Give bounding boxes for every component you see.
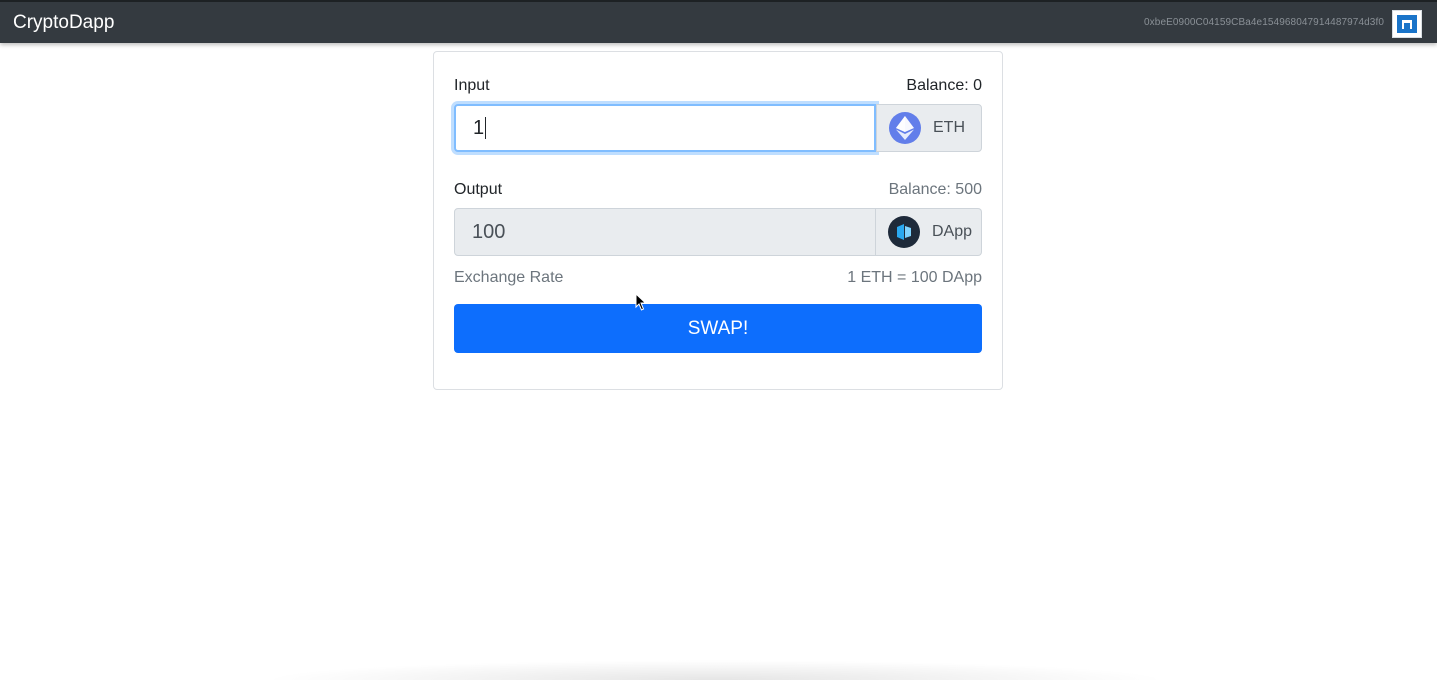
swap-card: Input Balance: 0 1 ETH Output Balance: 5…: [433, 51, 1003, 390]
output-balance: Balance: 500: [888, 181, 982, 198]
output-amount-field[interactable]: 100: [454, 208, 876, 256]
input-group: 1 ETH: [454, 104, 982, 152]
output-label: Output: [454, 181, 503, 198]
input-token-addon: ETH: [876, 104, 982, 152]
bottom-shadow: [260, 660, 1170, 680]
input-balance: Balance: 0: [906, 77, 982, 94]
ethereum-icon: [889, 112, 921, 144]
input-token-symbol: ETH: [933, 119, 965, 136]
account-address: 0xbeE0900C04159CBa4e154968047914487974d3…: [1144, 17, 1384, 28]
brand-title[interactable]: CryptoDapp: [13, 12, 114, 34]
navbar: CryptoDapp 0xbeE0900C04159CBa4e154968047…: [0, 0, 1437, 43]
output-token-symbol: DApp: [932, 223, 973, 240]
swap-button[interactable]: SWAP!: [454, 304, 982, 353]
account-identicon-icon: [1392, 10, 1422, 38]
exchange-rate-value: 1 ETH = 100 DApp: [847, 269, 982, 286]
dapp-token-icon: [888, 216, 920, 248]
exchange-rate-label: Exchange Rate: [454, 269, 564, 286]
input-amount-field[interactable]: 1: [454, 104, 876, 152]
output-token-addon: DApp: [876, 208, 982, 256]
input-label: Input: [454, 77, 490, 94]
output-group: 100 DApp: [454, 208, 982, 256]
mouse-cursor-icon: [635, 293, 647, 311]
